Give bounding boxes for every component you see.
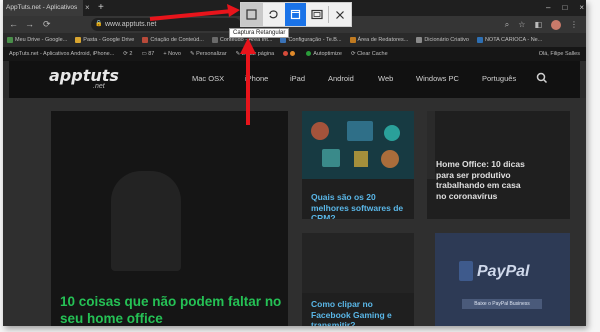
annotation-arrows <box>149 4 256 125</box>
arrow-vertical-head <box>240 38 256 54</box>
arrow-horizontal-head <box>227 4 240 17</box>
arrow-horizontal <box>149 9 233 21</box>
